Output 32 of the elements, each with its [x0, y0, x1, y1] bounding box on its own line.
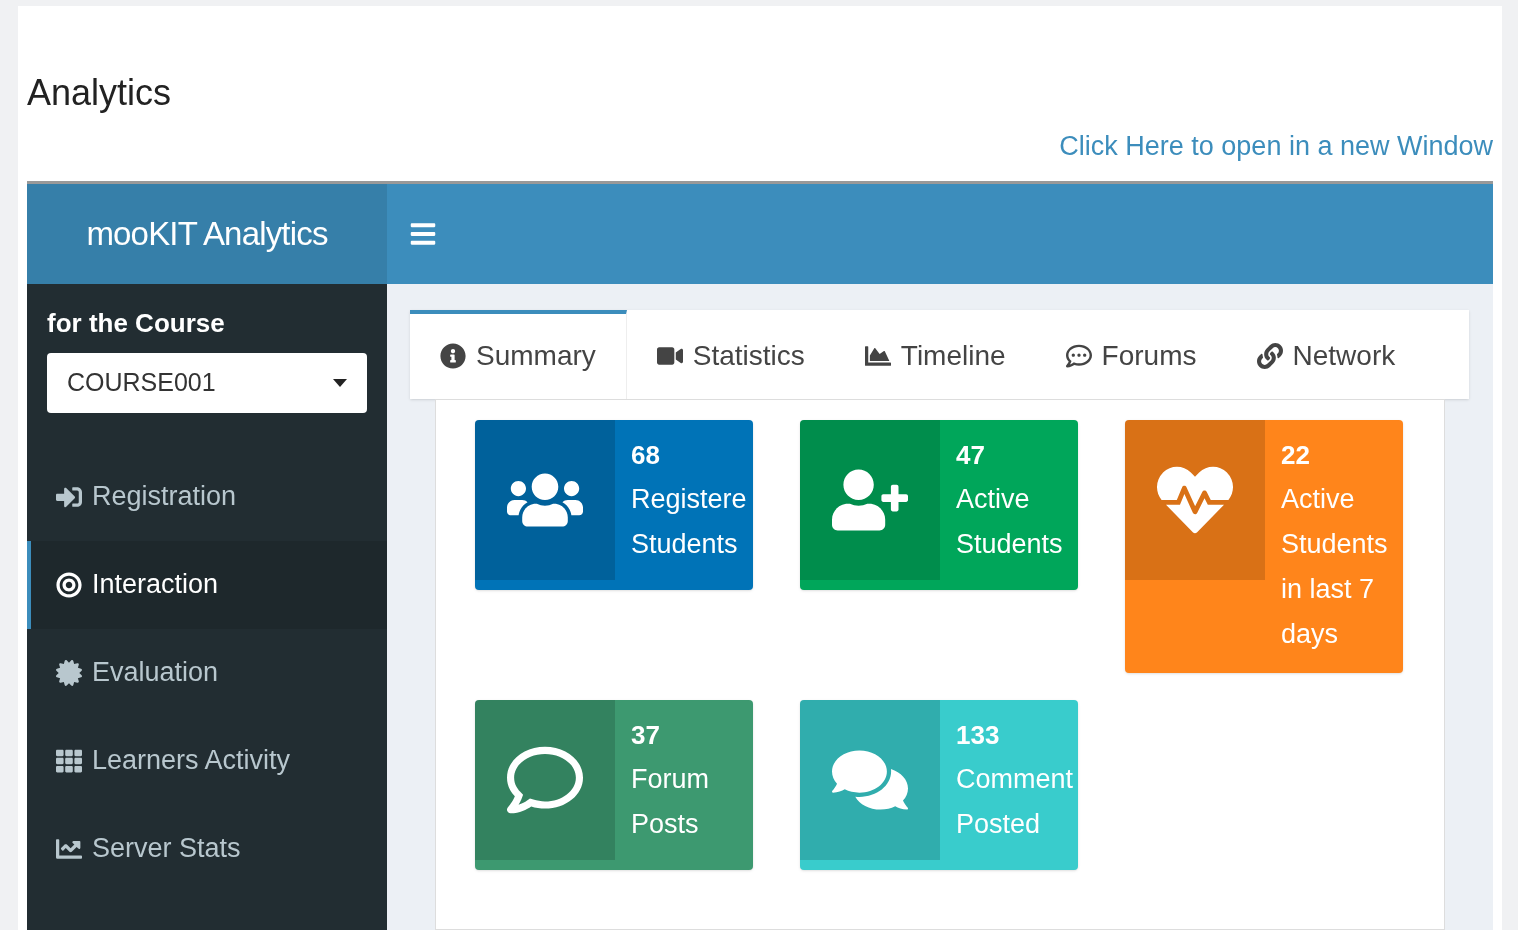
stat-number: 47	[956, 438, 986, 472]
tab[interactable]: Network	[1226, 309, 1426, 399]
sidebar-heading: for the Course	[47, 306, 225, 340]
sidebar-item[interactable]: Evaluation	[27, 628, 387, 717]
area-chart-icon	[864, 343, 891, 369]
sidebar-item[interactable]: Interaction	[27, 540, 387, 629]
stat-label: Active Students	[956, 482, 1064, 561]
stat-label: Active Students in last 7 days	[1281, 482, 1389, 651]
brand-logo: mooKIT Analytics	[27, 183, 387, 284]
sidebar-item[interactable]: Registration	[27, 452, 387, 541]
stat-number: 68	[631, 438, 661, 472]
speech-bubble-icon	[1065, 343, 1092, 369]
stat-label: Comment Posted	[956, 762, 1075, 841]
stat-label: Registere Students	[631, 482, 748, 561]
tab[interactable]: Forums	[1035, 309, 1227, 399]
caret-icon	[333, 378, 347, 387]
link-icon	[1256, 343, 1283, 369]
stat-number: 37	[631, 718, 661, 752]
course-select[interactable]: COURSE001	[47, 352, 367, 413]
info-icon	[440, 343, 466, 369]
stat-label: Forum Posts	[631, 762, 710, 841]
stat-number: 133	[956, 718, 1001, 752]
tab[interactable]: Timeline	[834, 309, 1036, 399]
page-title: Analytics	[27, 71, 172, 115]
sidebar-item[interactable]: Learners Activity	[27, 716, 387, 805]
badge-icon	[56, 659, 82, 686]
tab[interactable]: Statistics	[626, 309, 835, 399]
stat-number: 22	[1281, 438, 1311, 472]
target-icon	[56, 571, 82, 598]
open-new-window-link[interactable]: Click Here to open in a new Window	[1059, 126, 1493, 167]
sidebar-item[interactable]: Server Stats	[27, 804, 387, 893]
grid-icon	[56, 747, 82, 774]
